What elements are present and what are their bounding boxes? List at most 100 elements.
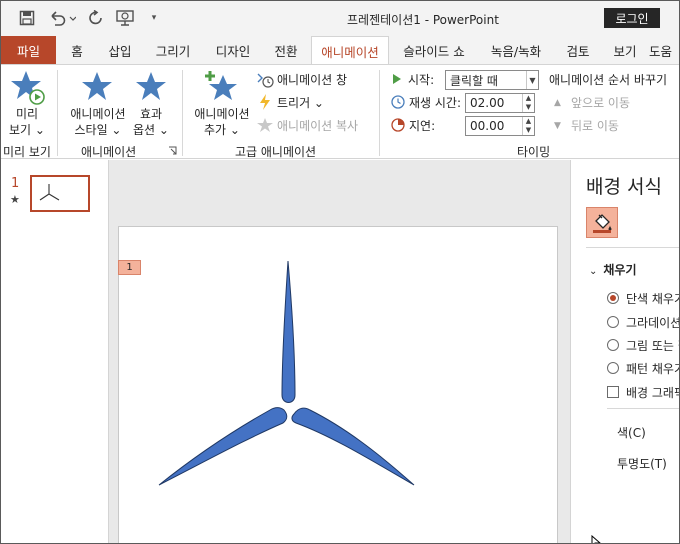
- effect-options-star-icon[interactable]: [135, 71, 167, 103]
- paint-bucket-icon[interactable]: [586, 207, 618, 238]
- group-separator: [182, 70, 183, 156]
- start-label: 시작:: [408, 73, 435, 87]
- fill-option-picture[interactable]: 그림 또는 질감 채우기: [607, 337, 679, 353]
- preview-label-1[interactable]: 미리: [5, 106, 49, 122]
- animation-marker-icon: ★: [10, 193, 20, 206]
- duration-stepper[interactable]: 02.00 ▲ ▼: [465, 93, 535, 113]
- divider: [586, 247, 679, 248]
- group-label-timing: 타이밍: [517, 145, 551, 159]
- propeller-blade-right: [291, 407, 415, 486]
- hide-background-label: 배경 그래픽 숨기기: [626, 385, 679, 400]
- slide-thumbnail[interactable]: [30, 175, 90, 212]
- tab-record[interactable]: 녹음/녹화: [479, 36, 553, 64]
- preview-label-2[interactable]: 보기 ⌄: [5, 122, 49, 138]
- chevron-down-icon: ⌄: [589, 266, 598, 277]
- fill-option-solid[interactable]: 단색 채우기: [607, 290, 680, 306]
- format-background-pane: 배경 서식 ⌄ 채우기 단색 채우기 그라데이션 채우기 그림 또는 질감 채우기…: [570, 160, 680, 543]
- animation-painter-icon: [256, 117, 274, 133]
- title-bar: ▾ 프레젠테이션1 - PowerPoint 로그인: [1, 1, 679, 36]
- hide-background-graphics[interactable]: 배경 그래픽 숨기기: [607, 384, 679, 400]
- spin-arrows-icon[interactable]: ▲ ▼: [522, 117, 534, 135]
- tab-file[interactable]: 파일: [1, 36, 56, 64]
- group-separator: [57, 70, 58, 156]
- propeller-blade-top: [281, 260, 296, 403]
- powerpoint-window: ▾ 프레젠테이션1 - PowerPoint 로그인 파일 홈 삽입 그리기 디…: [0, 0, 680, 544]
- animation-painter-button: 애니메이션 복사: [277, 119, 359, 133]
- chevron-down-icon[interactable]: ▼: [526, 71, 538, 89]
- radio-button[interactable]: [607, 362, 619, 374]
- start-dropdown[interactable]: 클릭할 때 ▼: [445, 70, 539, 90]
- animation-order-tag[interactable]: 1: [118, 260, 141, 275]
- present-from-beginning-icon[interactable]: [113, 7, 139, 29]
- fill-section-label: 채우기: [603, 263, 637, 277]
- slide-number: 1: [11, 176, 20, 191]
- trigger-button[interactable]: 트리거 ⌄: [277, 95, 324, 111]
- add-animation-icon[interactable]: [203, 69, 239, 105]
- tab-review[interactable]: 검토: [557, 36, 599, 64]
- tab-home[interactable]: 홈: [59, 36, 95, 64]
- tab-insert[interactable]: 삽입: [97, 36, 143, 64]
- fill-option-label: 단색 채우기: [626, 291, 680, 306]
- animation-pane-icon[interactable]: [256, 72, 274, 88]
- trigger-icon[interactable]: [258, 94, 272, 110]
- effect-options-label-2[interactable]: 옵션 ⌄: [129, 122, 173, 138]
- animation-styles-label-2[interactable]: 스타일 ⌄: [63, 122, 133, 138]
- animation-styles-star-icon[interactable]: [81, 71, 113, 103]
- slide[interactable]: [118, 226, 558, 543]
- delay-stepper[interactable]: 00.00 ▲ ▼: [465, 116, 535, 136]
- move-later-icon: ▼: [554, 121, 561, 131]
- dialog-launcher-icon[interactable]: [167, 145, 177, 155]
- checkbox[interactable]: [607, 386, 619, 398]
- group-separator: [379, 70, 380, 156]
- ribbon-tabs: 파일 홈 삽입 그리기 디자인 전환 애니메이션 슬라이드 쇼 녹음/녹화 검토…: [1, 36, 679, 65]
- radio-button[interactable]: [607, 339, 619, 351]
- add-animation-label-1[interactable]: 애니메이션: [187, 106, 257, 122]
- color-label: 색(C): [617, 426, 646, 440]
- customize-qat-icon[interactable]: ▾: [145, 7, 163, 29]
- fill-option-label: 그림 또는 질감 채우기: [626, 338, 679, 353]
- animation-styles-label-1[interactable]: 애니메이션: [63, 106, 133, 122]
- spin-arrows-icon[interactable]: ▲ ▼: [522, 94, 534, 112]
- add-animation-label-2[interactable]: 추가 ⌄: [187, 122, 257, 138]
- group-label-animation: 애니메이션: [81, 145, 137, 159]
- tab-design[interactable]: 디자인: [204, 36, 262, 64]
- fill-option-gradient[interactable]: 그라데이션 채우기: [607, 314, 680, 330]
- save-icon[interactable]: [15, 7, 39, 29]
- login-button[interactable]: 로그인: [604, 8, 660, 28]
- undo-icon[interactable]: [45, 7, 79, 29]
- delay-label: 지연:: [409, 119, 436, 133]
- start-icon: [391, 73, 403, 85]
- group-label-advanced-animation: 고급 애니메이션: [235, 145, 317, 159]
- tab-view[interactable]: 보기: [605, 36, 645, 64]
- move-earlier-icon: ▲: [554, 98, 561, 108]
- ribbon-animations: 미리 보기 ⌄ 미리 보기 애니메이션 스타일 ⌄ 효과 옵션 ⌄ 애니메이션 …: [1, 64, 679, 159]
- tab-transitions[interactable]: 전환: [263, 36, 309, 64]
- tab-slideshow[interactable]: 슬라이드 쇼: [393, 36, 475, 64]
- duration-label: 재생 시간:: [409, 96, 462, 110]
- delay-clock-icon: [390, 117, 405, 132]
- slide-thumbnail-pane: 1 ★: [1, 160, 109, 543]
- move-later-button: 뒤로 이동: [571, 119, 619, 133]
- group-label-preview: 미리 보기: [3, 145, 51, 159]
- start-dropdown-value: 클릭할 때: [450, 73, 498, 88]
- animation-pane-button[interactable]: 애니메이션 창: [277, 72, 347, 88]
- tab-animations[interactable]: 애니메이션: [311, 36, 389, 65]
- propeller-blade-left: [158, 407, 288, 486]
- duration-value: 02.00: [470, 96, 505, 110]
- pane-title: 배경 서식: [586, 176, 662, 198]
- radio-button[interactable]: [607, 292, 619, 304]
- redo-icon[interactable]: [85, 7, 107, 29]
- divider: [607, 408, 679, 409]
- tab-help[interactable]: 도움: [649, 36, 679, 64]
- preview-star-icon[interactable]: [10, 69, 46, 105]
- fill-option-label: 패턴 채우기: [626, 361, 680, 376]
- fill-option-label: 그라데이션 채우기: [626, 315, 680, 330]
- fill-option-pattern[interactable]: 패턴 채우기: [607, 360, 680, 376]
- document-title: 프레젠테이션1 - PowerPoint: [347, 13, 499, 27]
- mouse-pointer-icon: [591, 534, 601, 543]
- transparency-label: 투명도(T): [617, 457, 667, 471]
- fill-section-header[interactable]: ⌄ 채우기: [589, 261, 637, 278]
- tab-draw[interactable]: 그리기: [147, 36, 199, 64]
- effect-options-label-1[interactable]: 효과: [131, 106, 171, 122]
- radio-button[interactable]: [607, 316, 619, 328]
